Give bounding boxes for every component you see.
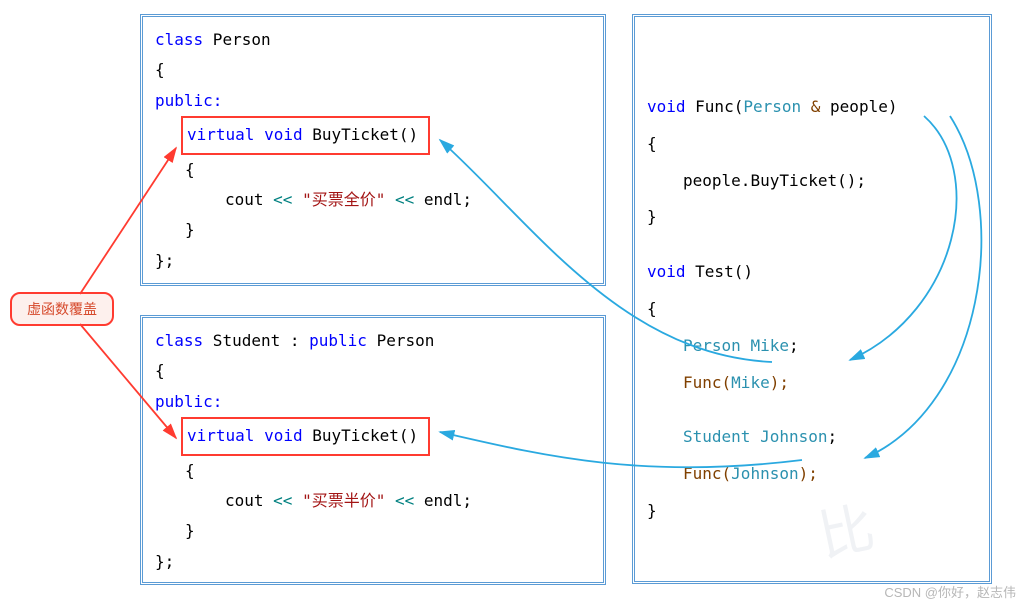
code-line: people.BuyTicket(); (647, 163, 977, 200)
amp: & (811, 97, 821, 116)
keyword-class: class (155, 30, 203, 49)
code-line: Student Johnson; (647, 419, 977, 456)
call-method: BuyTicket() (750, 171, 856, 190)
semicolon: ; (856, 171, 866, 190)
code-line: Func(Johnson); (647, 456, 977, 493)
code-line: } (155, 516, 591, 546)
code-line: { (647, 126, 977, 163)
keyword-public: public: (155, 392, 222, 411)
code-line: class Person (155, 25, 591, 55)
call-arg: Mike (731, 373, 770, 392)
var-type: Person (683, 336, 750, 355)
label-virtual-override: 虚函数覆盖 (10, 292, 114, 326)
code-line: Person Mike; (647, 328, 977, 365)
code-line: }; (155, 547, 591, 577)
method-name: BuyTicket() (303, 125, 419, 144)
code-line: void Func(Person & people) (647, 89, 977, 126)
code-line: Func(Mike); (647, 365, 977, 402)
operator: << (273, 491, 292, 510)
code-line: { (155, 155, 591, 185)
class-name: Student (203, 331, 280, 350)
code-line: } (647, 493, 977, 530)
semicolon: ; (789, 336, 799, 355)
keyword-public: public: (155, 91, 222, 110)
operator: << (273, 190, 292, 209)
operator: << (395, 491, 414, 510)
string-literal: "买票半价" (292, 491, 395, 510)
watermark-text: CSDN @你好，赵志伟 (884, 582, 1016, 601)
class-name: Person (203, 30, 270, 49)
cout: cout (225, 491, 273, 510)
param-type: Person (743, 97, 810, 116)
code-line: } (647, 199, 977, 236)
endl: endl; (414, 491, 472, 510)
var-name: Mike (750, 336, 789, 355)
var-type: Student (683, 427, 760, 446)
code-line: { (155, 456, 591, 486)
keyword-public: public (309, 331, 367, 350)
call-arg: Johnson (731, 464, 798, 483)
method-name: BuyTicket() (303, 426, 419, 445)
code-line: { (647, 291, 977, 328)
virtual-method-highlight: virtual void BuyTicket() (181, 116, 430, 154)
virtual-method-highlight: virtual void BuyTicket() (181, 417, 430, 455)
blank-line (647, 236, 977, 254)
code-line: cout << "买票半价" << endl; (155, 486, 591, 516)
code-line: void Test() (647, 254, 977, 291)
keyword-virtual: virtual void (187, 426, 303, 445)
code-line: { (155, 356, 591, 386)
string-literal: "买票全价" (292, 190, 395, 209)
code-box-person: class Person { public: virtual void BuyT… (140, 14, 606, 286)
code-line: public: (155, 86, 591, 116)
keyword-void: void (647, 262, 686, 281)
keyword-virtual: virtual void (187, 125, 303, 144)
endl: endl; (414, 190, 472, 209)
call-end: ); (799, 464, 818, 483)
call-object: people. (683, 171, 750, 190)
keyword-void: void (647, 97, 686, 116)
func-name: Test() (686, 262, 753, 281)
cout: cout (225, 190, 273, 209)
keyword-class: class (155, 331, 203, 350)
code-line: class Student : public Person (155, 326, 591, 356)
code-line: cout << "买票全价" << endl; (155, 185, 591, 215)
operator: << (395, 190, 414, 209)
colon: : (280, 331, 309, 350)
call-func: Func( (683, 464, 731, 483)
code-box-func-test: void Func(Person & people) { people.BuyT… (632, 14, 992, 584)
semicolon: ; (828, 427, 838, 446)
code-line: { (155, 55, 591, 85)
base-class: Person (367, 331, 434, 350)
func-name: Func( (686, 97, 744, 116)
blank-line (647, 401, 977, 419)
code-line: virtual void BuyTicket() (155, 417, 591, 455)
code-line: public: (155, 387, 591, 417)
call-end: ); (770, 373, 789, 392)
code-box-student: class Student : public Person { public: … (140, 315, 606, 585)
call-func: Func( (683, 373, 731, 392)
code-line: } (155, 215, 591, 245)
code-line: virtual void BuyTicket() (155, 116, 591, 154)
code-line: }; (155, 246, 591, 276)
param-name: people) (820, 97, 897, 116)
var-name: Johnson (760, 427, 827, 446)
